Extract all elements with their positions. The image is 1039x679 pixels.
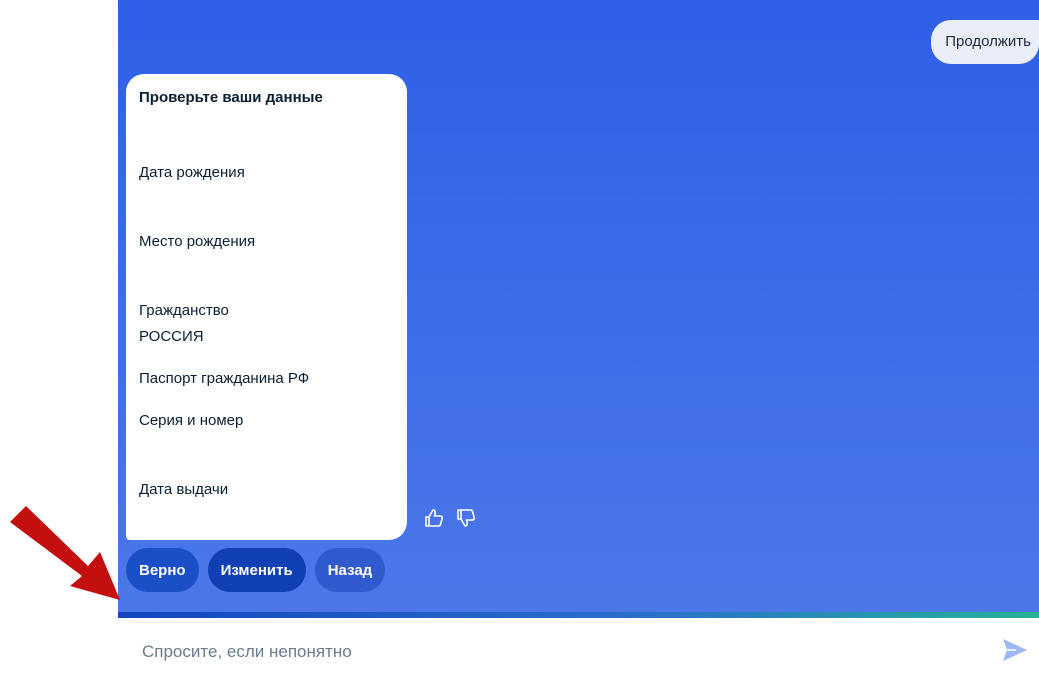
input-bar bbox=[118, 612, 1039, 679]
field-label-birth-place: Место рождения bbox=[139, 233, 256, 250]
change-button[interactable]: Изменить bbox=[207, 548, 306, 592]
reaction-buttons bbox=[424, 508, 476, 528]
continue-message-text: Продолжить bbox=[945, 33, 1031, 50]
input-accent-line bbox=[118, 612, 1039, 618]
continue-message-bubble[interactable]: Продолжить bbox=[931, 20, 1039, 64]
correct-button[interactable]: Верно bbox=[126, 548, 199, 592]
check-data-card: Проверьте ваши данные Дата рождения Мест… bbox=[126, 74, 407, 540]
thumbs-up-icon[interactable] bbox=[424, 508, 444, 528]
question-input[interactable] bbox=[140, 630, 984, 674]
thumbs-down-icon[interactable] bbox=[456, 508, 476, 528]
field-label-issue-date: Дата выдачи bbox=[139, 481, 229, 498]
field-label-birth-date: Дата рождения bbox=[139, 164, 245, 181]
card-title: Проверьте ваши данные bbox=[139, 89, 323, 106]
page: Продолжить Проверьте ваши данные Дата ро… bbox=[0, 0, 1039, 679]
action-buttons: Верно Изменить Назад bbox=[126, 548, 386, 592]
field-label-passport: Паспорт гражданина РФ bbox=[139, 370, 310, 387]
send-icon[interactable] bbox=[1002, 638, 1028, 662]
field-label-citizenship: Гражданство bbox=[139, 302, 229, 319]
field-value-citizenship: РОССИЯ bbox=[139, 328, 204, 345]
chat-panel: Продолжить Проверьте ваши данные Дата ро… bbox=[118, 0, 1039, 679]
red-arrow-icon bbox=[10, 506, 120, 600]
field-label-series-number: Серия и номер bbox=[139, 412, 244, 429]
back-button[interactable]: Назад bbox=[314, 548, 386, 592]
